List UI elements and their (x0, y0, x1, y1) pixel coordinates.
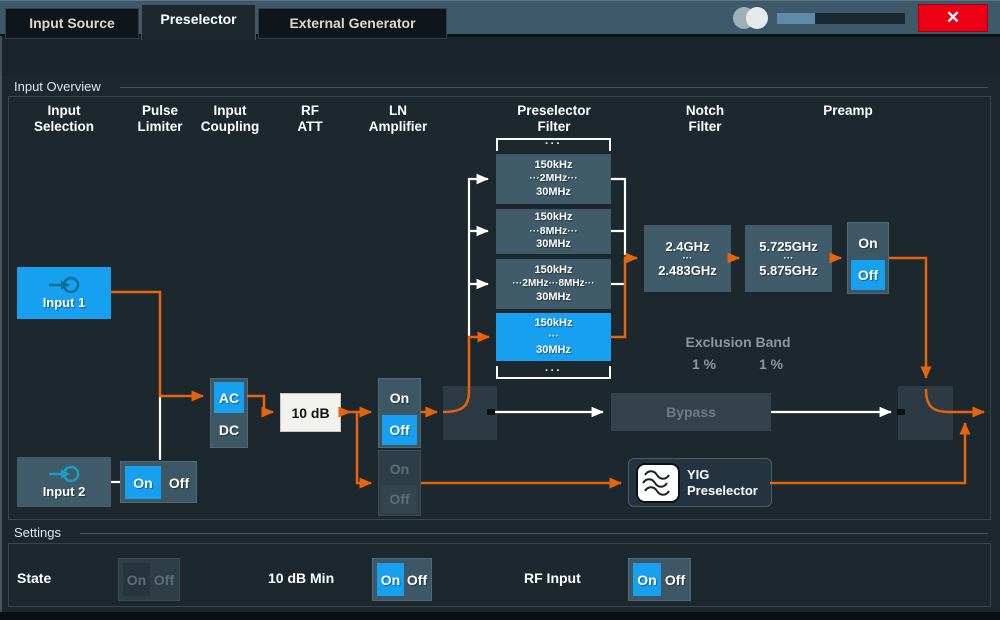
close-button[interactable]: ✕ (918, 4, 988, 32)
bypass-block: Bypass (611, 393, 771, 431)
att-min-on[interactable]: On (377, 563, 404, 596)
att-min-label: 10 dB Min (268, 570, 334, 586)
input2-toggle-off[interactable]: Off (163, 466, 195, 499)
filter-list-scroll-up[interactable]: ··· (496, 138, 611, 151)
ellipsis-down: ··· (545, 365, 562, 377)
tab-input-source[interactable]: Input Source (5, 8, 139, 39)
settings-group-rule (80, 533, 988, 534)
exclusion-band-value-2: 1 % (759, 356, 783, 372)
drag-toggle-knob-icon[interactable] (746, 7, 768, 29)
col-preselector-filter: PreselectorFilter (517, 103, 591, 135)
transparency-slider-fill (777, 13, 815, 24)
attenuation-block[interactable]: 10 dB (280, 393, 341, 432)
filter-block-2[interactable]: 150kHz···8MHz···30MHz (496, 209, 611, 254)
input-connector-icon (47, 465, 81, 483)
exclusion-band-label: Exclusion Band (685, 334, 790, 350)
filter-block-4-selected[interactable]: 150kHz···30MHz (496, 313, 611, 361)
overview-group-label: Input Overview (14, 79, 101, 94)
col-input-coupling: InputCoupling (201, 103, 259, 135)
exclusion-band-value-1: 1 % (692, 356, 716, 372)
input2-label: Input 2 (43, 484, 86, 499)
input2-toggle[interactable]: On Off (120, 461, 197, 503)
tab-preselector[interactable]: Preselector (141, 4, 256, 40)
transparency-slider[interactable] (777, 13, 905, 24)
filter-block-3[interactable]: 150kHz···2MHz···8MHz···30MHz (496, 259, 611, 309)
overview-group-rule (120, 87, 988, 88)
notch-filter-1[interactable]: 2.4GHz···2.483GHz (644, 225, 731, 292)
yig-preselector-block[interactable]: YIGPreselector (628, 458, 772, 507)
state-label: State (17, 570, 51, 586)
ln-amplifier2-on: On (382, 454, 417, 483)
input1-block[interactable]: Input 1 (17, 267, 111, 319)
input2-toggle-on[interactable]: On (125, 466, 161, 499)
coupling-toggle[interactable]: AC DC (210, 378, 248, 448)
input-dialog: Input ✕ Input Source Preselector Externa… (0, 0, 1000, 620)
input-connector-icon (47, 276, 81, 294)
coupling-dc[interactable]: DC (214, 415, 244, 445)
col-rf-att: RFATT (297, 103, 322, 135)
input1-label: Input 1 (43, 295, 86, 310)
filter-block-1[interactable]: 150kHz···2MHz···30MHz (496, 154, 611, 204)
ln-amplifier-off[interactable]: Off (382, 415, 417, 445)
preamp-toggle[interactable]: On Off (847, 222, 889, 294)
input2-block[interactable]: Input 2 (17, 457, 111, 507)
yig-label: YIGPreselector (687, 467, 758, 499)
tab-strip (0, 36, 1000, 76)
yig-filter-icon (636, 463, 680, 503)
notch-filter-2[interactable]: 5.725GHz···5.875GHz (745, 225, 832, 292)
ellipsis-up: ··· (545, 138, 562, 150)
coupler-junction-right (898, 386, 953, 440)
rf-input-off[interactable]: Off (662, 563, 688, 596)
ln-amplifier-toggle[interactable]: On Off (378, 378, 421, 448)
col-ln-amplifier: LNAmplifier (369, 103, 428, 135)
col-input-selection: InputSelection (34, 103, 94, 135)
tab-external-generator[interactable]: External Generator (258, 8, 447, 39)
rf-input-on[interactable]: On (633, 563, 661, 596)
ln-amplifier-on[interactable]: On (382, 382, 417, 413)
rf-input-toggle[interactable]: On Off (628, 558, 691, 601)
coupler-junction-left (443, 386, 497, 440)
preamp-on[interactable]: On (851, 227, 885, 258)
settings-group-label: Settings (14, 525, 61, 540)
ln-amplifier2-off: Off (382, 485, 417, 513)
rf-input-label: RF Input (524, 570, 581, 586)
att-min-toggle[interactable]: On Off (372, 558, 432, 601)
ln-amplifier2-toggle: On Off (378, 450, 421, 516)
dialog-left-edge (0, 36, 2, 612)
coupling-ac[interactable]: AC (214, 382, 244, 413)
att-min-off[interactable]: Off (405, 563, 429, 596)
col-preamp: Preamp (823, 103, 873, 119)
state-toggle-off: Off (151, 563, 177, 596)
bottom-strip (0, 612, 1000, 620)
preamp-off[interactable]: Off (851, 260, 885, 290)
close-icon: ✕ (946, 8, 960, 27)
col-pulse-limiter: PulseLimiter (137, 103, 182, 135)
state-toggle: On Off (118, 558, 180, 601)
state-toggle-on: On (123, 563, 150, 596)
col-notch-filter: NotchFilter (686, 103, 724, 135)
filter-list-scroll-down[interactable]: ··· (496, 366, 611, 379)
